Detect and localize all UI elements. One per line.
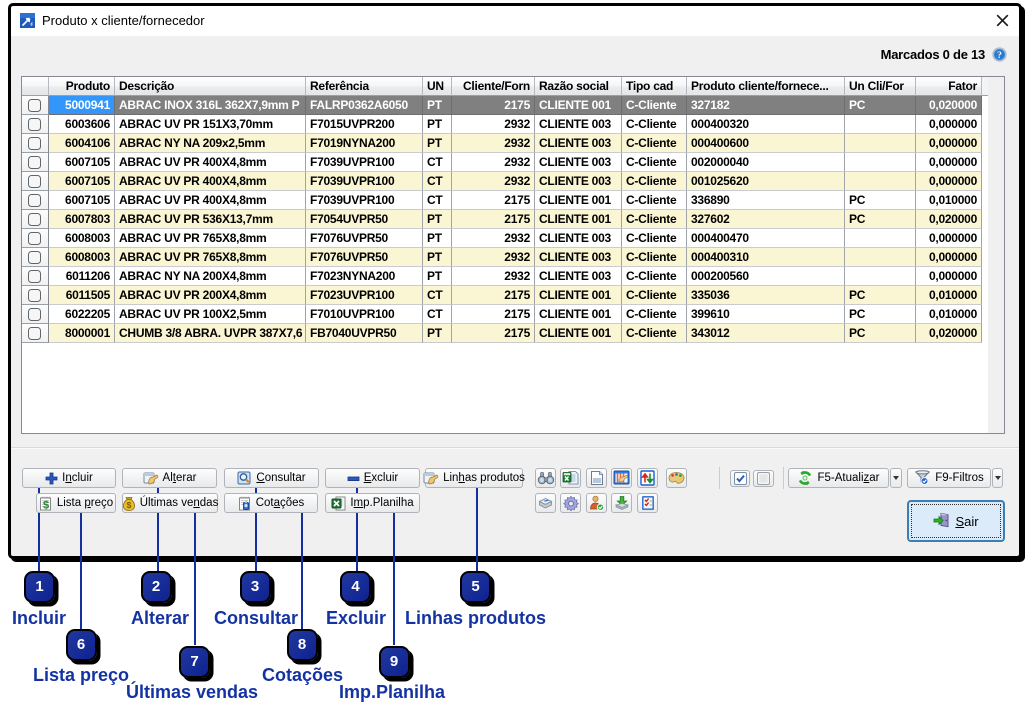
svg-text:?: ? [997,50,1002,61]
svg-text:$: $ [43,499,49,510]
svg-text:$: $ [126,500,131,510]
